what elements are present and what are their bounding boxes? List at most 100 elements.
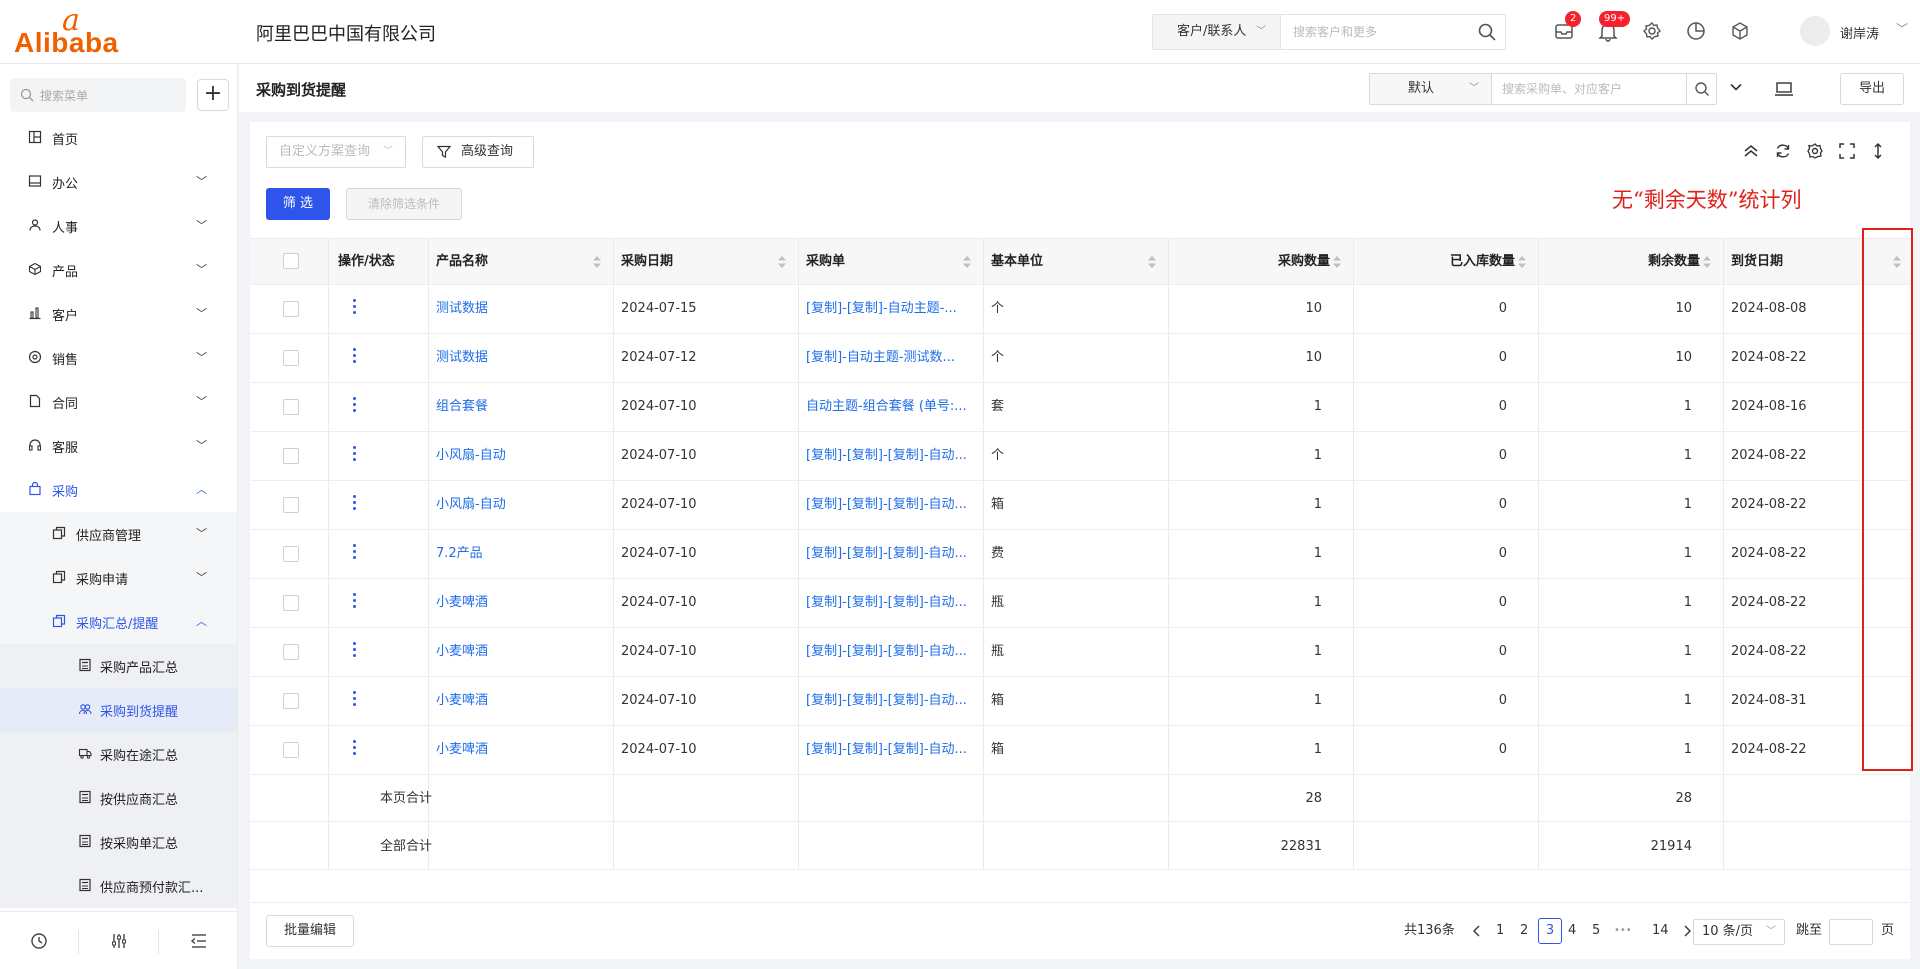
sidebar-item-contract[interactable]: 合同 ﹀ xyxy=(0,380,237,424)
row-checkbox[interactable] xyxy=(283,693,299,709)
sidebar-item-product-summary[interactable]: 采购产品汇总 xyxy=(0,644,237,688)
sidebar-item-customer[interactable]: 客户 ﹀ xyxy=(0,292,237,336)
col-header-product[interactable]: 产品名称 xyxy=(436,239,488,285)
more-actions-icon[interactable] xyxy=(353,544,357,562)
sidebar-item-prepayment[interactable]: 供应商预付款汇... xyxy=(0,864,237,908)
more-actions-icon[interactable] xyxy=(353,691,357,709)
filter-button[interactable]: 筛 选 xyxy=(266,188,330,220)
sidebar-item-purchase-summary[interactable]: 采购汇总/提醒 ︿ xyxy=(0,600,237,644)
sort-icon[interactable] xyxy=(1518,256,1526,268)
bell-icon[interactable]: 99+ xyxy=(1597,11,1631,42)
sort-icon[interactable] xyxy=(593,256,601,268)
more-actions-icon[interactable] xyxy=(353,642,357,660)
purchase-order-link[interactable]: [复制]-[复制]-[复制]-自动... xyxy=(806,579,978,627)
table-row[interactable]: 测试数据 2024-07-15 [复制]-[复制]-自动主题-... 个 10 0 10 20… xyxy=(250,285,1910,334)
sidebar-item-service[interactable]: 客服 ﹀ xyxy=(0,424,237,468)
row-checkbox[interactable] xyxy=(283,546,299,562)
page-link[interactable]: 5 xyxy=(1592,915,1600,947)
sidebar-item-purchase[interactable]: 采购 ︿ xyxy=(0,468,237,512)
product-name-link[interactable]: 小风扇-自动 xyxy=(436,481,604,529)
product-name-link[interactable]: 小麦啤酒 xyxy=(436,628,604,676)
page-link[interactable]: 1 xyxy=(1496,915,1504,947)
product-name-link[interactable]: 小麦啤酒 xyxy=(436,579,604,627)
add-menu-button[interactable]: + xyxy=(197,79,229,111)
advanced-search-button[interactable]: 高级查询 xyxy=(422,136,534,168)
col-header-date[interactable]: 采购日期 xyxy=(621,239,673,285)
col-header-arrival[interactable]: 到货日期 xyxy=(1731,239,1783,285)
jump-page-input[interactable] xyxy=(1829,919,1873,945)
purchase-order-link[interactable]: [复制]-[复制]-[复制]-自动... xyxy=(806,677,978,725)
col-header-stocked[interactable]: 已入库数量 xyxy=(1353,239,1515,285)
collapse-up-icon[interactable] xyxy=(1742,142,1760,160)
cube-icon[interactable] xyxy=(1729,20,1751,42)
more-actions-icon[interactable] xyxy=(353,348,357,366)
sidebar-item-office[interactable]: 办公 ﹀ xyxy=(0,160,237,204)
sort-icon[interactable] xyxy=(1148,256,1156,268)
sidebar-item-hr[interactable]: 人事 ﹀ xyxy=(0,204,237,248)
sidebar-item-product[interactable]: 产品 ﹀ xyxy=(0,248,237,292)
sidebar-item-arrival-reminder[interactable]: 采购到货提醒 xyxy=(0,688,237,732)
menu-search-input[interactable]: 搜索菜单 xyxy=(10,78,186,112)
table-row[interactable]: 小风扇-自动 2024-07-10 [复制]-[复制]-[复制]-自动... 个 1 0 1… xyxy=(250,432,1910,481)
col-header-order[interactable]: 采购单 xyxy=(806,239,845,285)
gear-icon[interactable] xyxy=(1641,20,1663,42)
select-all-checkbox[interactable] xyxy=(283,253,299,269)
product-name-link[interactable]: 7.2产品 xyxy=(436,530,604,578)
row-checkbox[interactable] xyxy=(283,595,299,611)
purchase-order-link[interactable]: [复制]-[复制]-[复制]-自动... xyxy=(806,726,978,774)
global-search-input[interactable]: 搜索客户和更多 xyxy=(1293,15,1377,49)
purchase-order-link[interactable]: [复制]-[复制]-[复制]-自动... xyxy=(806,432,978,480)
chevron-down-icon[interactable]: ﹀ xyxy=(1896,20,1908,37)
page-link[interactable]: 14 xyxy=(1652,915,1669,947)
row-checkbox[interactable] xyxy=(283,448,299,464)
purchase-order-link[interactable]: [复制]-[复制]-[复制]-自动... xyxy=(806,628,978,676)
monitor-icon[interactable] xyxy=(1773,78,1795,100)
page-link[interactable]: 4 xyxy=(1568,915,1576,947)
search-scope-select[interactable]: 客户/联系人 ﹀ xyxy=(1153,15,1281,49)
sort-icon[interactable] xyxy=(1333,256,1341,268)
sidebar-item-supplier[interactable]: 供应商管理 ﹀ xyxy=(0,512,237,556)
col-header-qty[interactable]: 采购数量 xyxy=(1168,239,1330,285)
sort-icon[interactable] xyxy=(1703,256,1711,268)
row-checkbox[interactable] xyxy=(283,399,299,415)
search-button[interactable] xyxy=(1686,74,1716,104)
purchase-order-link[interactable]: [复制]-自动主题-测试数... xyxy=(806,334,978,382)
table-row[interactable]: 测试数据 2024-07-12 [复制]-自动主题-测试数... 个 10 0 10 2024… xyxy=(250,334,1910,383)
product-name-link[interactable]: 测试数据 xyxy=(436,334,604,382)
sidebar-item-in-transit[interactable]: 采购在途汇总 xyxy=(0,732,237,776)
chevron-down-icon[interactable] xyxy=(1729,80,1743,98)
table-row[interactable]: 小麦啤酒 2024-07-10 [复制]-[复制]-[复制]-自动... 箱 1 0 1 20… xyxy=(250,677,1910,726)
more-actions-icon[interactable] xyxy=(353,299,357,317)
purchase-order-link[interactable]: 自动主题-组合套餐 (单号:... xyxy=(806,383,978,431)
table-row[interactable]: 组合套餐 2024-07-10 自动主题-组合套餐 (单号:... 套 1 0 1 2024-… xyxy=(250,383,1910,432)
prev-page-icon[interactable] xyxy=(1472,915,1482,947)
page-ellipsis[interactable]: ••• xyxy=(1614,915,1632,947)
inbox-icon[interactable]: 2 xyxy=(1553,11,1582,42)
page-link[interactable]: 2 xyxy=(1520,915,1528,947)
sort-icon[interactable] xyxy=(963,256,971,268)
export-button[interactable]: 导出 xyxy=(1840,73,1904,105)
table-row[interactable]: 小麦啤酒 2024-07-10 [复制]-[复制]-[复制]-自动... 瓶 1 0 1 20… xyxy=(250,628,1910,677)
settings-icon[interactable] xyxy=(1806,142,1824,160)
purchase-order-link[interactable]: [复制]-[复制]-[复制]-自动... xyxy=(806,530,978,578)
purchase-order-link[interactable]: [复制]-[复制]-自动主题-... xyxy=(806,285,978,333)
user-avatar[interactable] xyxy=(1800,16,1830,46)
collapse-menu-icon[interactable] xyxy=(190,932,208,950)
product-name-link[interactable]: 小麦啤酒 xyxy=(436,726,604,774)
more-actions-icon[interactable] xyxy=(353,495,357,513)
view-select[interactable]: 默认 ﹀ xyxy=(1370,74,1492,104)
order-search-input[interactable]: 搜索采购单、对应客户 xyxy=(1502,74,1622,104)
fullscreen-icon[interactable] xyxy=(1838,142,1856,160)
table-row[interactable]: 7.2产品 2024-07-10 [复制]-[复制]-[复制]-自动... 费 1 0 1 2… xyxy=(250,530,1910,579)
more-actions-icon[interactable] xyxy=(353,446,357,464)
pie-chart-icon[interactable] xyxy=(1685,20,1707,42)
sliders-icon[interactable] xyxy=(110,932,128,950)
page-link-current[interactable]: 3 xyxy=(1538,918,1562,944)
product-name-link[interactable]: 组合套餐 xyxy=(436,383,604,431)
col-header-remain[interactable]: 剩余数量 xyxy=(1538,239,1700,285)
history-icon[interactable] xyxy=(30,932,48,950)
row-checkbox[interactable] xyxy=(283,742,299,758)
table-row[interactable]: 小麦啤酒 2024-07-10 [复制]-[复制]-[复制]-自动... 瓶 1 0 1 20… xyxy=(250,579,1910,628)
alibaba-logo[interactable]: a Alibaba xyxy=(14,6,144,58)
more-actions-icon[interactable] xyxy=(353,397,357,415)
